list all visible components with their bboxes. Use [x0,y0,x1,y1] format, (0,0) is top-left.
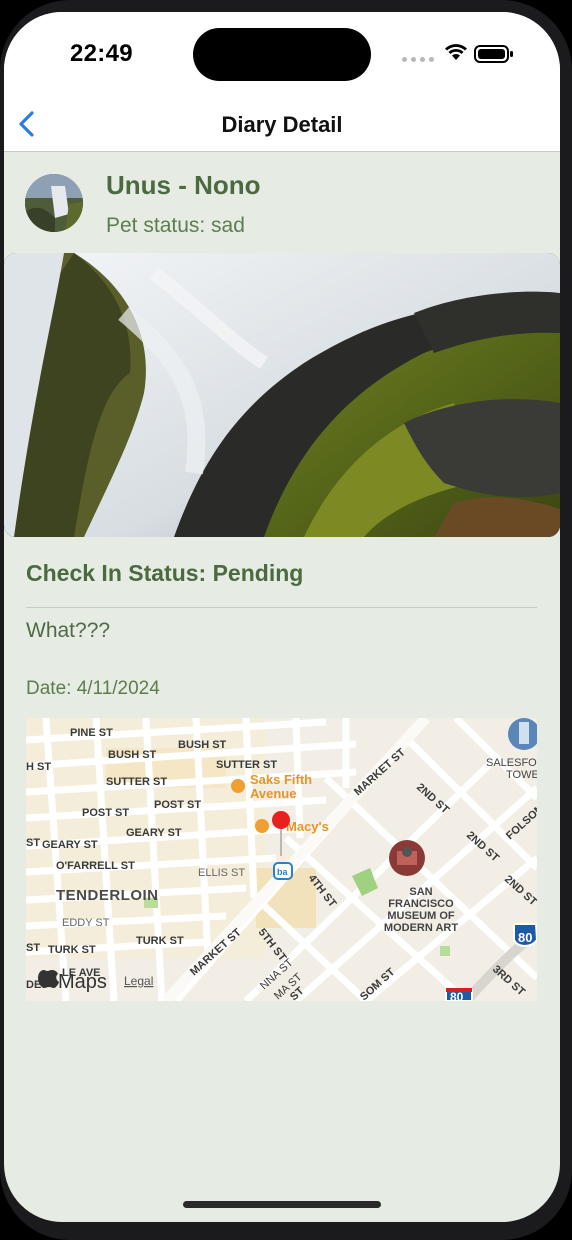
map-label: BUSH ST [108,749,157,761]
page-title: Diary Detail [221,112,343,137]
svg-text:80: 80 [450,990,464,1001]
transit-station-icon[interactable]: ba [273,862,293,880]
poi-label: TOWE [506,769,537,781]
svg-text:80: 80 [518,930,532,945]
diary-date: Date: 4/11/2024 [26,678,160,699]
poi-label: SAN [409,886,432,898]
map-label: ST [26,942,40,954]
poi-label: SALESFO [486,757,537,769]
screen: 22:49 Diary Detail Unus - Nono Pet statu… [4,12,560,1222]
map-label: SUTTER ST [106,776,167,788]
map-label: GEARY ST [126,827,182,839]
map-label: EDDY ST [62,917,110,929]
shopping-bag-icon[interactable] [231,779,245,793]
status-bar: 22:49 [4,12,560,98]
battery-icon [474,45,513,63]
map-label: TURK ST [136,935,184,947]
poi-label: Macy's [286,819,329,834]
highway-shield-icon: 80 [445,988,473,1001]
shopping-bag-icon[interactable] [255,819,269,833]
map-label: BUSH ST [178,739,227,751]
map-label: ELLIS ST [198,867,245,879]
poi-label: Saks Fifth [250,772,312,787]
wifi-icon [445,44,467,60]
poi-label: MODERN ART [384,922,458,934]
neighborhood-label: TENDERLOIN [56,887,159,904]
map-label: TURK ST [48,944,96,956]
pet-avatar [25,174,83,232]
poi-label: Avenue [250,786,296,801]
highway-shield-icon: 80 [513,923,537,947]
map-label: SUTTER ST [216,759,277,771]
apple-maps-logo [38,970,59,988]
check-in-status: Check In Status: Pending [26,560,304,586]
divider [26,607,537,608]
museum-icon[interactable] [389,840,425,876]
maps-attribution: Maps [58,971,107,993]
poi-label: FRANCISCO [388,898,454,910]
map-label: GEARY ST [42,839,98,851]
svg-text:ba: ba [277,867,288,877]
map-label: PINE ST [70,727,113,739]
status-time: 22:49 [70,40,133,67]
map-label: H ST [26,761,51,773]
dynamic-island [193,28,371,81]
pet-status: Pet status: sad [106,214,245,237]
navigation-bar: Diary Detail [4,98,560,152]
map-label: POST ST [154,799,201,811]
location-map[interactable]: PINE ST BUSH ST BUSH ST SUTTER ST SUTTER… [26,718,537,1001]
map-label: POST ST [82,807,129,819]
poi-label: MUSEUM OF [387,910,455,922]
diary-note: What??? [26,619,111,642]
cellular-signal-icon [402,57,434,62]
map-label: ST [26,837,40,849]
diary-photo [4,253,560,537]
legal-link[interactable]: Legal [124,974,153,988]
home-indicator[interactable] [183,1201,381,1208]
owner-title: Unus - Nono [106,170,261,200]
map-label: O'FARRELL ST [56,860,135,872]
